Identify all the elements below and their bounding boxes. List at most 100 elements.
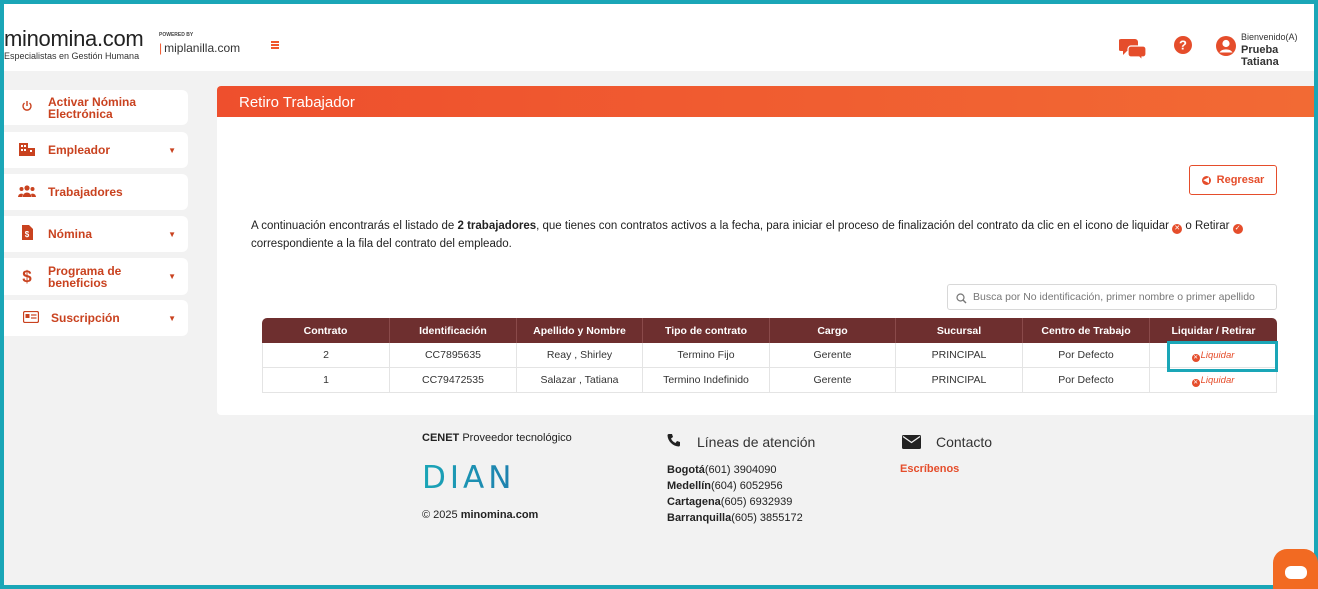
chevron-down-icon: ▼ xyxy=(168,145,176,155)
power-icon xyxy=(18,100,36,115)
liquidar-link[interactable]: ✕ Liquidar xyxy=(1191,374,1235,387)
users-icon xyxy=(18,184,36,201)
logo[interactable]: minomina.com xyxy=(4,26,144,52)
logo-tagline: Especialistas en Gestión Humana xyxy=(4,51,140,61)
partner-name: miplanilla.com xyxy=(164,41,241,55)
copyright-site: minomina.com xyxy=(460,509,539,521)
phone-icon xyxy=(666,433,681,453)
cell-tipo: Termino Indefinido xyxy=(643,368,770,393)
sidebar-item-label: Activar Nómina Electrónica xyxy=(48,94,137,121)
escribenos-link[interactable]: Escríbenos xyxy=(900,463,959,475)
cell-sucursal: PRINCIPAL xyxy=(896,343,1023,368)
regresar-button[interactable]: ◀ Regresar xyxy=(1189,165,1277,195)
search-input[interactable] xyxy=(973,287,1273,307)
welcome-label: Bienvenido(A) xyxy=(1241,32,1298,42)
phone-number: (604) 6052956 xyxy=(711,480,783,492)
col-liquidar-retirar: Liquidar / Retirar xyxy=(1150,318,1277,343)
phone-city: Cartagena xyxy=(667,496,721,508)
card-header: Retiro Trabajador xyxy=(217,86,1314,117)
lineas-title: Líneas de atención xyxy=(697,434,816,450)
phone-city: Bogotá xyxy=(667,464,705,476)
user-name[interactable]: Prueba Tatiana xyxy=(1241,44,1314,68)
sidebar-item-trabajadores[interactable]: Trabajadores xyxy=(4,174,188,210)
id-card-icon xyxy=(22,310,40,326)
phone-line: Barranquilla(605) 3855172 xyxy=(667,512,803,524)
svg-text:?: ? xyxy=(1179,38,1187,53)
copyright: © 2025 minomina.com xyxy=(422,509,538,521)
intro-count: 2 trabajadores xyxy=(457,220,537,232)
sidebar-item-activar-nomina[interactable]: Activar Nómina Electrónica xyxy=(4,90,188,125)
liquidar-label: Liquidar xyxy=(1200,374,1235,386)
liquidar-x-icon: ✕ xyxy=(1172,224,1183,234)
chevron-down-icon: ▼ xyxy=(168,313,176,323)
cell-contrato: 1 xyxy=(262,368,390,393)
copyright-prefix: © 2025 xyxy=(422,509,461,521)
search-icon xyxy=(956,291,967,309)
cell-tipo: Termino Fijo xyxy=(643,343,770,368)
phone-line: Medellín(604) 6052956 xyxy=(667,480,783,492)
col-identificacion[interactable]: Identificación xyxy=(390,318,517,343)
phone-number: (605) 6932939 xyxy=(720,496,793,508)
col-centro-trabajo[interactable]: Centro de Trabajo xyxy=(1023,318,1150,343)
highlight-box xyxy=(1167,341,1278,372)
dian-logo[interactable]: DIAN xyxy=(422,460,567,496)
col-tipo-contrato[interactable]: Tipo de contrato xyxy=(643,318,770,343)
workers-table: Contrato Identificación Apellido y Nombr… xyxy=(262,318,1277,393)
dollar-document-icon: $ xyxy=(18,225,36,243)
chat-bubble-icon xyxy=(1285,566,1307,579)
partner-logo: | miplanilla.com xyxy=(159,41,241,55)
contacto-title: Contacto xyxy=(936,434,993,450)
intro-part2: , que tienes con contratos activos a la … xyxy=(536,220,1173,232)
sidebar-item-suscripcion[interactable]: Suscripción ▼ xyxy=(4,300,188,336)
col-sucursal[interactable]: Sucursal xyxy=(896,318,1023,343)
col-nombre[interactable]: Apellido y Nombre xyxy=(517,318,643,343)
chevron-down-icon: ▼ xyxy=(168,229,176,239)
regresar-label: Regresar xyxy=(1216,174,1265,186)
sidebar-item-label: Nómina xyxy=(48,227,93,241)
cell-cargo: Gerente xyxy=(770,368,896,393)
col-cargo[interactable]: Cargo xyxy=(770,318,896,343)
page-title: Retiro Trabajador xyxy=(239,94,355,111)
sidebar-item-empleador[interactable]: Empleador ▼ xyxy=(4,132,188,168)
cenet-credit: CENET Proveedor tecnológico xyxy=(422,432,572,444)
chat-icon[interactable] xyxy=(1118,35,1147,66)
cell-cargo: Gerente xyxy=(770,343,896,368)
close-circle-icon: ✕ xyxy=(1191,378,1200,387)
header: minomina.com Especialistas en Gestión Hu… xyxy=(4,4,1314,71)
help-icon[interactable]: ? xyxy=(1173,35,1193,60)
col-contrato[interactable]: Contrato xyxy=(262,318,390,343)
envelope-icon xyxy=(902,435,921,454)
chevron-down-icon: ▼ xyxy=(168,272,176,281)
user-avatar-icon[interactable] xyxy=(1215,35,1237,62)
search-box xyxy=(947,284,1277,310)
chat-widget-button[interactable] xyxy=(1273,549,1318,589)
cell-centro: Por Defecto xyxy=(1023,343,1150,368)
menu-toggle-icon[interactable] xyxy=(271,41,279,49)
phone-city: Medellín xyxy=(667,480,712,492)
intro-part3: o Retirar xyxy=(1182,220,1233,232)
cenet-text: Proveedor tecnológico xyxy=(459,432,572,444)
dollar-icon: $ xyxy=(22,266,32,286)
table-row: 1 CC79472535 Salazar , Tatiana Termino I… xyxy=(262,368,1277,393)
sidebar-item-label: Empleador xyxy=(48,143,111,157)
sidebar-item-nomina[interactable]: $ Nómina ▼ xyxy=(4,216,188,252)
sidebar-item-programa-beneficios[interactable]: $ Programa de beneficios ▼ xyxy=(4,258,188,295)
retirar-check-icon: ✓ xyxy=(1232,224,1243,234)
cell-nombre: Salazar , Tatiana xyxy=(517,368,643,393)
cell-centro: Por Defecto xyxy=(1023,368,1150,393)
intro-part4: correspondiente a la fila del contrato d… xyxy=(251,238,512,250)
dian-text: DIAN xyxy=(422,463,515,491)
cell-nombre: Reay , Shirley xyxy=(517,343,643,368)
table-row: 2 CC7895635 Reay , Shirley Termino Fijo … xyxy=(262,343,1277,368)
arrow-left-icon: ◀ xyxy=(1201,175,1211,185)
svg-text:$: $ xyxy=(25,230,30,239)
phone-city: Barranquilla xyxy=(667,512,732,524)
cell-identificacion: CC7895635 xyxy=(390,343,517,368)
sidebar-item-label: Suscripción xyxy=(51,311,120,325)
phone-number: (601) 3904090 xyxy=(704,464,777,476)
sidebar-item-label: Programa de beneficios xyxy=(48,263,122,290)
table-header-row: Contrato Identificación Apellido y Nombr… xyxy=(262,318,1277,343)
intro-text: A continuación encontrarás el listado de… xyxy=(251,217,1271,253)
retiro-card: Retiro Trabajador ◀ Regresar A continuac… xyxy=(217,86,1314,415)
phone-number: (605) 3855172 xyxy=(731,512,803,524)
